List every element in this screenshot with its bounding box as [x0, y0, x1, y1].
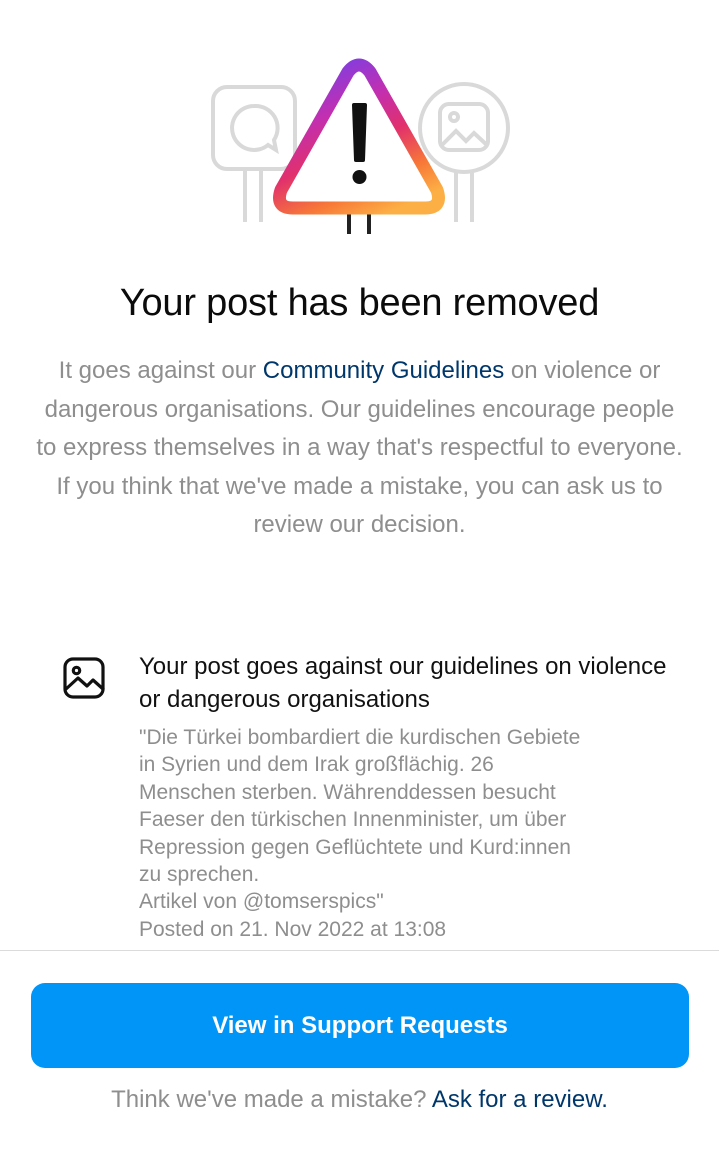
explanation-text-start: It goes against our — [58, 357, 263, 384]
community-guidelines-link[interactable]: Community Guidelines — [263, 357, 504, 384]
quote-line: "Die Türkei bombardiert die kurdischen G… — [139, 726, 581, 749]
quote-attribution: Artikel von @tomserspics" — [139, 890, 384, 914]
page-title: Your post has been removed — [119, 282, 600, 324]
quote-line: Faeser den türkischen Innenminister, um … — [139, 808, 567, 832]
warning-triangle-icon — [273, 58, 445, 234]
removal-explanation: It goes against our Community Guidelines… — [34, 352, 685, 545]
quote-line: Repression gegen Geflüchtete und Kurd:in… — [139, 835, 571, 859]
review-prompt: Think we've made a mistake? Ask for a re… — [0, 1083, 719, 1117]
explanation-text-end: on violence or dangerous organisations. … — [36, 357, 683, 538]
image-icon — [62, 656, 106, 700]
removed-illustration — [0, 0, 719, 250]
quote-line: zu sprechen. — [139, 863, 260, 887]
ask-for-review-link[interactable]: Ask for a review. — [432, 1086, 608, 1113]
reason-heading: Your post goes against our guidelines on… — [139, 653, 667, 713]
divider — [0, 950, 719, 951]
review-prompt-text: Think we've made a mistake? — [111, 1086, 432, 1113]
view-support-requests-button[interactable]: View in Support Requests — [31, 983, 689, 1068]
posted-timestamp: Posted on 21. Nov 2022 at 13:08 — [139, 917, 447, 941]
quote-line: Menschen sterben. Währenddessen besucht — [139, 780, 556, 804]
quote-line: in Syrien und dem Irak großflächig. 26 — [139, 753, 494, 777]
post-quote: "Die Türkei bombardiert die kurdischen G… — [139, 724, 679, 943]
